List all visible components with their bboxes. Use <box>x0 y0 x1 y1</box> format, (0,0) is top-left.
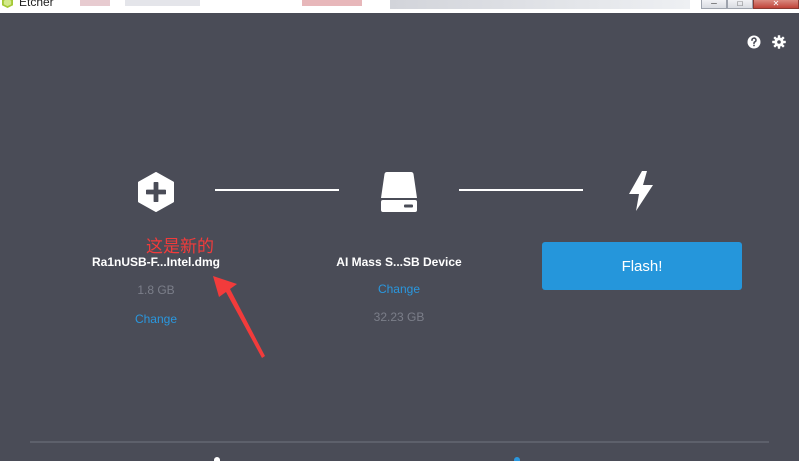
footer-divider <box>30 441 769 443</box>
drive-size: 32.23 GB <box>373 310 425 324</box>
annotation-text: 这是新的 <box>146 237 214 257</box>
annotation-arrow-icon <box>213 276 265 358</box>
drive-name: AI Mass S...SB Device <box>336 255 462 269</box>
gear-icon[interactable] <box>771 34 787 50</box>
close-icon: ✕ <box>772 0 780 8</box>
image-filename: Ra1nUSB-F...Intel.dmg <box>91 255 220 269</box>
maximize-button[interactable]: □ <box>727 0 753 9</box>
blurred-background-tab <box>80 0 110 6</box>
blurred-background-tab <box>125 0 200 6</box>
drive-icon[interactable] <box>380 170 418 214</box>
lightning-icon <box>629 171 653 211</box>
close-button[interactable]: ✕ <box>753 0 799 9</box>
plus-hexagon-icon[interactable] <box>137 172 175 212</box>
step-connector <box>459 189 583 191</box>
etcher-logo-icon <box>2 0 13 8</box>
window-controls: ─ □ ✕ <box>701 0 799 9</box>
flash-button[interactable]: Flash! <box>542 242 742 290</box>
minimize-icon: ─ <box>711 0 717 8</box>
help-circle-icon[interactable] <box>746 34 762 50</box>
maximize-icon: □ <box>737 0 743 8</box>
change-drive-link[interactable]: Change <box>294 282 504 296</box>
minimize-button[interactable]: ─ <box>701 0 727 9</box>
footer-link-icon[interactable] <box>514 457 520 461</box>
blurred-background-bar <box>390 0 690 9</box>
footer-logo-icon <box>214 457 220 461</box>
window-title: Etcher <box>19 0 54 9</box>
step-connector <box>215 189 339 191</box>
blurred-background-tab <box>302 0 362 6</box>
window-titlebar: Etcher ─ □ ✕ <box>0 0 799 13</box>
